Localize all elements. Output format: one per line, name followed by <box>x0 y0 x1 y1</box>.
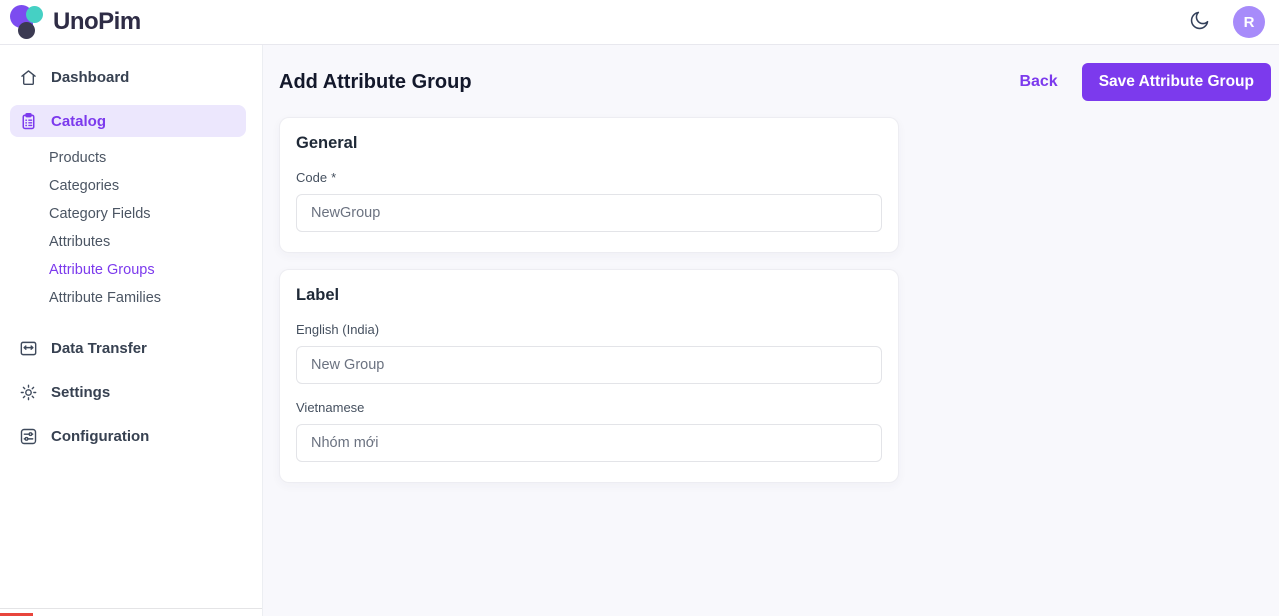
english-india-field-group: English (India) <box>296 322 882 384</box>
sidebar-item-dashboard[interactable]: Dashboard <box>0 62 262 92</box>
save-attribute-group-button[interactable]: Save Attribute Group <box>1082 63 1271 101</box>
sidebar-footer-divider <box>0 608 262 609</box>
vietnamese-field-group: Vietnamese <box>296 400 882 462</box>
sidebar-item-categories[interactable]: Categories <box>0 172 262 200</box>
main-content: Add Attribute Group Back Save Attribute … <box>263 45 1279 616</box>
data-transfer-icon <box>18 338 39 359</box>
header-actions: Back Save Attribute Group <box>1019 63 1271 101</box>
vietnamese-input[interactable] <box>296 424 882 462</box>
home-icon <box>18 67 39 88</box>
sidebar-item-attribute-groups[interactable]: Attribute Groups <box>0 256 262 284</box>
label-card-title: Label <box>296 286 882 305</box>
unopim-logo-icon <box>10 5 44 39</box>
theme-toggle-button[interactable] <box>1188 9 1211 35</box>
sidebar-item-label: Dashboard <box>51 69 129 86</box>
clipboard-icon <box>18 111 39 132</box>
vietnamese-label: Vietnamese <box>296 400 882 415</box>
topbar-actions: R <box>1188 6 1265 38</box>
general-card-title: General <box>296 134 882 153</box>
brand-name: UnoPim <box>53 8 141 36</box>
page-header: Add Attribute Group Back Save Attribute … <box>279 63 1271 101</box>
code-field-group: Code * <box>296 170 882 232</box>
back-button[interactable]: Back <box>1019 73 1057 91</box>
sidebar-item-catalog[interactable]: Catalog <box>10 105 246 137</box>
english-india-input[interactable] <box>296 346 882 384</box>
sidebar: Dashboard Catalog Products Categories Ca… <box>0 45 263 616</box>
top-bar: UnoPim R <box>0 0 1279 45</box>
sliders-icon <box>18 426 39 447</box>
sidebar-item-label: Data Transfer <box>51 340 147 357</box>
sidebar-item-label: Settings <box>51 384 110 401</box>
sidebar-item-attributes[interactable]: Attributes <box>0 228 262 256</box>
required-marker: * <box>331 170 336 185</box>
code-input[interactable] <box>296 194 882 232</box>
code-label: Code * <box>296 170 882 185</box>
sidebar-item-configuration[interactable]: Configuration <box>0 421 262 451</box>
brand-logo[interactable]: UnoPim <box>10 5 141 39</box>
sidebar-item-category-fields[interactable]: Category Fields <box>0 200 262 228</box>
user-avatar[interactable]: R <box>1233 6 1265 38</box>
label-card: Label English (India) Vietnamese <box>279 269 899 483</box>
sidebar-lower-group: Data Transfer Settings <box>0 333 262 451</box>
page-title: Add Attribute Group <box>279 71 472 94</box>
sidebar-item-attribute-families[interactable]: Attribute Families <box>0 284 262 312</box>
catalog-submenu: Products Categories Category Fields Attr… <box>0 144 262 312</box>
english-india-label: English (India) <box>296 322 882 337</box>
sidebar-item-label: Configuration <box>51 428 149 445</box>
gear-icon <box>18 382 39 403</box>
moon-icon <box>1188 9 1211 35</box>
sidebar-item-products[interactable]: Products <box>0 144 262 172</box>
sidebar-item-data-transfer[interactable]: Data Transfer <box>0 333 262 363</box>
sidebar-item-label: Catalog <box>51 113 106 130</box>
sidebar-item-settings[interactable]: Settings <box>0 377 262 407</box>
general-card: General Code * <box>279 117 899 253</box>
